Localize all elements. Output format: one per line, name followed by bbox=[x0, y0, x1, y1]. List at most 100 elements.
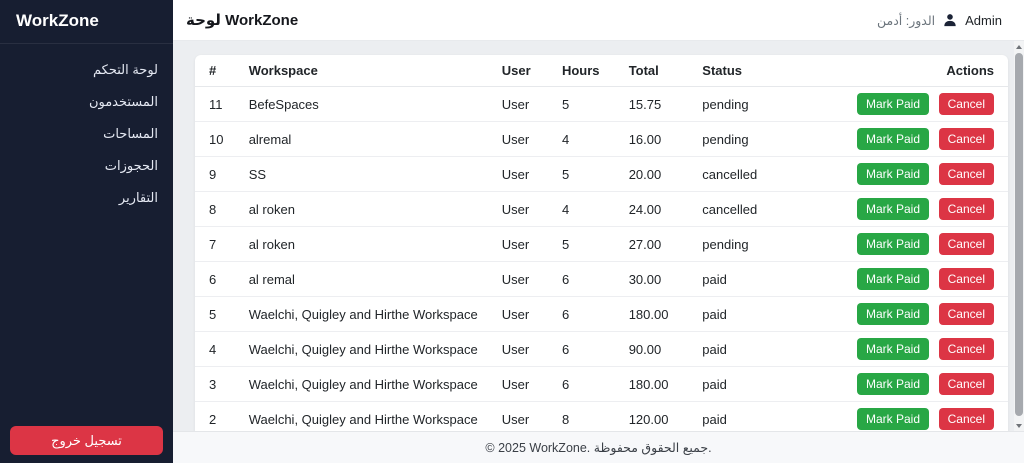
cell-actions: Mark Paid Cancel bbox=[839, 296, 1008, 332]
sidebar-nav: لوحة التحكم المستخدمون المساحات الحجوزات… bbox=[0, 44, 173, 214]
user-name: Admin bbox=[965, 12, 1002, 28]
cell-actions: Mark Paid Cancel bbox=[839, 156, 1008, 192]
cell-actions: Mark Paid Cancel bbox=[839, 261, 1008, 297]
cell-actions: Mark Paid Cancel bbox=[839, 401, 1008, 431]
cell-workspace: BefeSpaces bbox=[236, 86, 490, 122]
role-label: الدور: أدمن bbox=[877, 13, 936, 28]
cancel-button[interactable]: Cancel bbox=[938, 198, 994, 220]
cell-status: cancelled bbox=[690, 156, 840, 192]
col-total: Total bbox=[616, 55, 691, 87]
col-actions: Actions bbox=[839, 55, 1008, 87]
sidebar-item-bookings[interactable]: الحجوزات bbox=[0, 150, 173, 182]
cell-user: User bbox=[489, 366, 550, 402]
cell-hours: 4 bbox=[549, 191, 617, 227]
copyright-text: © 2025 WorkZone. جميع الحقوق محفوظة. bbox=[485, 441, 712, 455]
cell-status: paid bbox=[690, 401, 840, 431]
table-header: # Workspace User Hours Total Status Acti… bbox=[195, 55, 1008, 87]
cell-hours: 4 bbox=[549, 121, 617, 157]
cell-workspace: al roken bbox=[236, 226, 490, 262]
cell-hours: 6 bbox=[549, 331, 617, 367]
table-row: 4 Waelchi, Quigley and Hirthe Workspace … bbox=[195, 331, 1008, 367]
mark-paid-button[interactable]: Mark Paid bbox=[856, 373, 930, 395]
cancel-button[interactable]: Cancel bbox=[938, 233, 994, 255]
sidebar: WorkZone لوحة التحكم المستخدمون المساحات… bbox=[0, 0, 173, 463]
cell-id: 9 bbox=[195, 156, 237, 192]
cell-status: paid bbox=[690, 261, 840, 297]
cell-hours: 5 bbox=[549, 226, 617, 262]
cancel-button[interactable]: Cancel bbox=[938, 338, 994, 360]
mark-paid-button[interactable]: Mark Paid bbox=[856, 163, 930, 185]
mark-paid-button[interactable]: Mark Paid bbox=[856, 233, 930, 255]
cell-total: 180.00 bbox=[616, 296, 691, 332]
scroll-down-icon[interactable] bbox=[1014, 420, 1024, 431]
app-logo: WorkZone bbox=[0, 0, 173, 44]
table-row: 5 Waelchi, Quigley and Hirthe Workspace … bbox=[195, 296, 1008, 332]
table-row: 7 al roken User 5 27.00 pending Mark Pai… bbox=[195, 226, 1008, 262]
cell-actions: Mark Paid Cancel bbox=[839, 86, 1008, 122]
mark-paid-button[interactable]: Mark Paid bbox=[856, 338, 930, 360]
cell-status: paid bbox=[690, 296, 840, 332]
cancel-button[interactable]: Cancel bbox=[938, 163, 994, 185]
cancel-button[interactable]: Cancel bbox=[938, 408, 994, 430]
cell-id: 2 bbox=[195, 401, 237, 431]
col-id: # bbox=[195, 55, 237, 87]
cell-hours: 6 bbox=[549, 366, 617, 402]
mark-paid-button[interactable]: Mark Paid bbox=[856, 198, 930, 220]
cell-id: 4 bbox=[195, 331, 237, 367]
cell-user: User bbox=[489, 331, 550, 367]
cell-actions: Mark Paid Cancel bbox=[839, 191, 1008, 227]
mark-paid-button[interactable]: Mark Paid bbox=[856, 268, 930, 290]
cell-actions: Mark Paid Cancel bbox=[839, 331, 1008, 367]
content-area: # Workspace User Hours Total Status Acti… bbox=[173, 41, 1024, 431]
table-row: 3 Waelchi, Quigley and Hirthe Workspace … bbox=[195, 366, 1008, 402]
table-row: 2 Waelchi, Quigley and Hirthe Workspace … bbox=[195, 401, 1008, 431]
sidebar-item-users[interactable]: المستخدمون bbox=[0, 86, 173, 118]
cell-user: User bbox=[489, 156, 550, 192]
cell-status: pending bbox=[690, 226, 840, 262]
mark-paid-button[interactable]: Mark Paid bbox=[856, 303, 930, 325]
vertical-scrollbar[interactable] bbox=[1014, 41, 1024, 431]
cell-id: 7 bbox=[195, 226, 237, 262]
cell-total: 120.00 bbox=[616, 401, 691, 431]
sidebar-item-reports[interactable]: التقارير bbox=[0, 182, 173, 214]
cell-status: paid bbox=[690, 366, 840, 402]
logout-button[interactable]: تسجيل خروج bbox=[10, 426, 163, 455]
cancel-button[interactable]: Cancel bbox=[938, 268, 994, 290]
cell-user: User bbox=[489, 121, 550, 157]
cancel-button[interactable]: Cancel bbox=[938, 373, 994, 395]
cell-workspace: Waelchi, Quigley and Hirthe Workspace bbox=[236, 331, 490, 367]
cell-user: User bbox=[489, 191, 550, 227]
scrollbar-thumb[interactable] bbox=[1015, 53, 1023, 416]
table-row: 9 SS User 5 20.00 cancelled Mark Paid Ca… bbox=[195, 156, 1008, 192]
main-area: لوحة WorkZone الدور: أدمن Admin # Worksp… bbox=[173, 0, 1024, 463]
cancel-button[interactable]: Cancel bbox=[938, 128, 994, 150]
cell-total: 27.00 bbox=[616, 226, 691, 262]
cell-id: 8 bbox=[195, 191, 237, 227]
mark-paid-button[interactable]: Mark Paid bbox=[856, 128, 930, 150]
table-row: 6 al remal User 6 30.00 paid Mark Paid C… bbox=[195, 261, 1008, 297]
bookings-table: # Workspace User Hours Total Status Acti… bbox=[195, 55, 1008, 431]
mark-paid-button[interactable]: Mark Paid bbox=[856, 408, 930, 430]
cell-status: pending bbox=[690, 86, 840, 122]
cell-actions: Mark Paid Cancel bbox=[839, 366, 1008, 402]
cancel-button[interactable]: Cancel bbox=[938, 303, 994, 325]
cell-workspace: alremal bbox=[236, 121, 490, 157]
mark-paid-button[interactable]: Mark Paid bbox=[856, 93, 930, 115]
col-status: Status bbox=[690, 55, 840, 87]
cell-user: User bbox=[489, 86, 550, 122]
cell-workspace: SS bbox=[236, 156, 490, 192]
cell-hours: 6 bbox=[549, 296, 617, 332]
table-row: 8 al roken User 4 24.00 cancelled Mark P… bbox=[195, 191, 1008, 227]
cell-total: 15.75 bbox=[616, 86, 691, 122]
sidebar-item-dashboard[interactable]: لوحة التحكم bbox=[0, 54, 173, 86]
scroll-up-icon[interactable] bbox=[1014, 41, 1024, 52]
cell-actions: Mark Paid Cancel bbox=[839, 226, 1008, 262]
cell-actions: Mark Paid Cancel bbox=[839, 121, 1008, 157]
sidebar-item-spaces[interactable]: المساحات bbox=[0, 118, 173, 150]
cell-workspace: Waelchi, Quigley and Hirthe Workspace bbox=[236, 366, 490, 402]
cell-hours: 5 bbox=[549, 86, 617, 122]
col-workspace: Workspace bbox=[236, 55, 490, 87]
cancel-button[interactable]: Cancel bbox=[938, 93, 994, 115]
col-user: User bbox=[489, 55, 550, 87]
cell-workspace: Waelchi, Quigley and Hirthe Workspace bbox=[236, 401, 490, 431]
